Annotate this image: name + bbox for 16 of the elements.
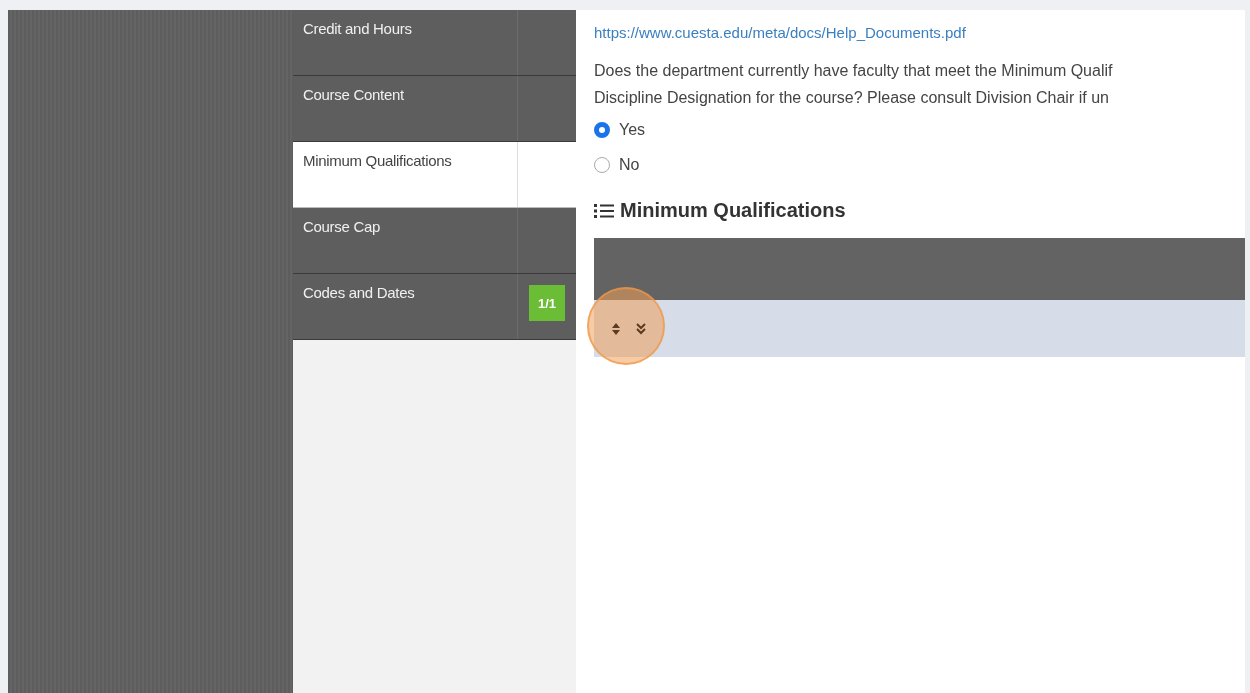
nav-item[interactable]: Minimum Qualifications xyxy=(293,142,576,208)
nav-item[interactable]: Credit and Hours xyxy=(293,10,576,76)
option-label[interactable]: No xyxy=(619,155,640,174)
help-link[interactable]: https://www.cuesta.edu/meta/docs/Help_Documents.pdf xyxy=(594,23,966,43)
double-chevron-down-icon[interactable] xyxy=(636,322,646,335)
option-label[interactable]: Yes xyxy=(619,120,646,139)
count-badge: 1/1 xyxy=(529,285,565,321)
radio-button[interactable] xyxy=(594,121,610,138)
nav-item[interactable]: Course Content xyxy=(293,76,576,142)
question-text: Does the department currently have faculty that meet the Minimum Qualif Discipline Designation for the course? Please consult Division Chair if un xyxy=(594,61,1114,108)
nav-item[interactable]: Codes and Dates 1/1 xyxy=(293,274,576,340)
list-icon xyxy=(594,202,614,219)
nav-item[interactable]: Course Cap xyxy=(293,208,576,274)
sort-icon[interactable] xyxy=(612,322,620,335)
radio-button[interactable] xyxy=(594,156,610,173)
section-title: Minimum Qualifications xyxy=(620,199,846,222)
